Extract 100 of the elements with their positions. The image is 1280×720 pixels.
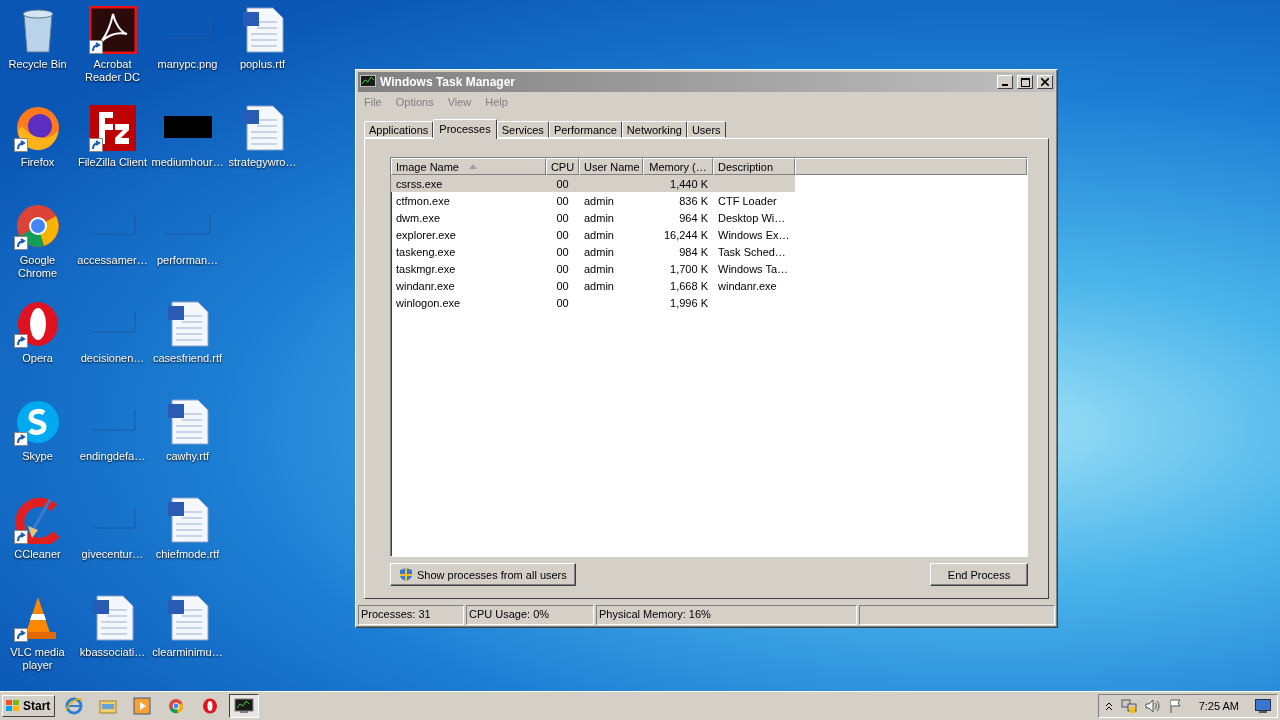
end-process-button[interactable]: End Process xyxy=(930,563,1028,586)
table-cell-text: CTF Loader xyxy=(717,194,778,207)
table-cell-text: 00 xyxy=(555,211,570,224)
icon-label[interactable]: mediumhour… xyxy=(151,156,224,169)
shield-icon xyxy=(399,567,413,582)
process-row[interactable]: winlogon.exe 00 1,996 K xyxy=(391,294,795,311)
taskbar-button[interactable] xyxy=(229,694,260,718)
icon-label[interactable]: decisionen… xyxy=(80,352,145,365)
column-header[interactable]: Image Name xyxy=(391,158,546,175)
table-cell-text: 16,244 K xyxy=(662,228,709,241)
icon-label[interactable]: poplus.rtf xyxy=(239,58,286,71)
icon-label[interactable]: Opera xyxy=(22,352,53,365)
tab[interactable]: Applications xyxy=(364,121,434,138)
icon-label[interactable]: chiefmode.rtf xyxy=(155,548,220,561)
close-icon xyxy=(1041,78,1049,86)
maximize-button[interactable] xyxy=(1017,75,1033,89)
icon-label[interactable]: Firefox xyxy=(20,156,55,169)
icon-label[interactable]: givecentur… xyxy=(81,548,144,561)
table-cell-text: 00 xyxy=(555,228,570,241)
column-header[interactable]: Memory (… xyxy=(643,158,713,175)
table-cell-text: taskmgr.exe xyxy=(395,262,457,275)
icon-label[interactable]: FileZilla Client xyxy=(77,156,148,169)
process-row[interactable]: explorer.exe 00 admin 16,244 K Windows Ex… xyxy=(391,226,795,243)
close-button[interactable] xyxy=(1037,75,1053,89)
acrobat-icon xyxy=(88,6,137,54)
table-cell-text: 984 K xyxy=(678,245,709,258)
icon-label[interactable]: kbassociati… xyxy=(79,646,146,659)
table-cell-text: windanr.exe xyxy=(717,279,778,292)
folder-icon xyxy=(99,697,118,715)
icon-label[interactable]: casesfriend.rtf xyxy=(152,352,223,365)
table-cell-text: Windows Ex… xyxy=(717,228,791,241)
task-manager-icon xyxy=(234,698,255,714)
process-row[interactable]: dwm.exe 00 admin 964 K Desktop Wi… xyxy=(391,209,795,226)
process-row[interactable]: taskeng.exe 00 admin 984 K Task Sched… xyxy=(391,243,795,260)
status-text: Processes: 31 xyxy=(358,605,464,625)
table-cell-text: csrss.exe xyxy=(395,177,444,190)
icon-label[interactable]: Google Chrome xyxy=(1,254,74,280)
table-cell-text: 1,668 K xyxy=(669,279,709,292)
ie-icon xyxy=(65,697,84,715)
minimize-button[interactable] xyxy=(997,75,1013,89)
icon-label[interactable]: CCleaner xyxy=(14,548,61,561)
tab[interactable]: Services xyxy=(496,121,549,138)
show-desktop-icon[interactable] xyxy=(1255,699,1271,713)
window-title: Windows Task Manager xyxy=(380,75,517,89)
table-cell-text: admin xyxy=(583,228,615,241)
icon-label[interactable]: manypc.png xyxy=(157,58,218,71)
table-cell-text: 1,996 K xyxy=(669,296,709,309)
table-cell-text: 00 xyxy=(555,279,570,292)
show-all-processes-button[interactable]: Show processes from all users xyxy=(390,563,576,586)
tab[interactable]: Processes xyxy=(433,119,497,139)
speaker-icon xyxy=(1144,699,1161,713)
chevron-up-icon xyxy=(1104,701,1113,711)
icon-label[interactable]: performan… xyxy=(156,254,219,267)
table-cell-text: windanr.exe xyxy=(395,279,456,292)
icon-label[interactable]: VLC media player xyxy=(1,646,74,672)
start-button[interactable]: Start xyxy=(2,695,56,717)
process-row[interactable]: taskmgr.exe 00 admin 1,700 K Windows Ta… xyxy=(391,260,795,277)
table-cell-text: 00 xyxy=(555,262,570,275)
clock[interactable]: 7:25 AM xyxy=(1198,700,1239,712)
table-cell-text: 00 xyxy=(555,245,570,258)
column-header[interactable]: Description xyxy=(713,158,795,175)
table-cell-text: admin xyxy=(583,279,615,292)
icon-label[interactable]: endingdefa… xyxy=(79,450,146,463)
table-cell-text: Task Sched… xyxy=(717,245,787,258)
chrome-icon xyxy=(168,698,185,714)
table-cell-text: dwm.exe xyxy=(395,211,442,224)
table-cell-text: admin xyxy=(583,245,615,258)
maximize-icon xyxy=(1020,77,1030,87)
windows-logo-icon xyxy=(5,699,21,713)
table-cell-text: admin xyxy=(583,211,615,224)
icon-label[interactable]: cawhy.rtf xyxy=(165,450,210,463)
opera-icon xyxy=(202,698,219,714)
column-header[interactable]: CPU xyxy=(546,158,579,175)
table-cell-text: 00 xyxy=(555,177,570,190)
table-cell-text: admin xyxy=(583,194,615,207)
icon-label[interactable]: clearminimu… xyxy=(152,646,223,659)
tab[interactable]: Networking xyxy=(621,121,687,138)
table-cell-text: taskeng.exe xyxy=(395,245,457,258)
table-cell-text: Desktop Wi… xyxy=(717,211,787,224)
table-cell-text: Windows Ta… xyxy=(717,262,790,275)
icon-label[interactable]: Recycle Bin xyxy=(8,58,67,71)
network-icon xyxy=(1120,698,1137,714)
table-cell-text: 00 xyxy=(555,296,570,309)
table-cell-text: ctfmon.exe xyxy=(395,194,451,207)
icon-label[interactable]: accessamer… xyxy=(77,254,148,267)
process-row[interactable]: windanr.exe 00 admin 1,668 K windanr.exe xyxy=(391,277,795,294)
icon-label[interactable]: Skype xyxy=(22,450,53,463)
play-icon xyxy=(133,697,152,715)
icon-label[interactable]: Acrobat Reader DC xyxy=(76,58,149,84)
table-cell-text: admin xyxy=(583,262,615,275)
table-cell-text: winlogon.exe xyxy=(395,296,462,309)
process-row[interactable]: ctfmon.exe 00 admin 836 K CTF Loader xyxy=(391,192,795,209)
icon-label[interactable]: strategywro… xyxy=(228,156,297,169)
tab[interactable]: Users xyxy=(686,121,726,138)
status-text: CPU Usage: 0% xyxy=(466,605,594,625)
column-header[interactable]: User Name xyxy=(579,158,643,175)
tab[interactable]: Performance xyxy=(548,121,622,138)
process-row[interactable]: csrss.exe 00 1,440 K xyxy=(391,175,795,192)
status-text: Physical Memory: 16% xyxy=(596,605,857,625)
table-cell-text: 1,700 K xyxy=(669,262,709,275)
